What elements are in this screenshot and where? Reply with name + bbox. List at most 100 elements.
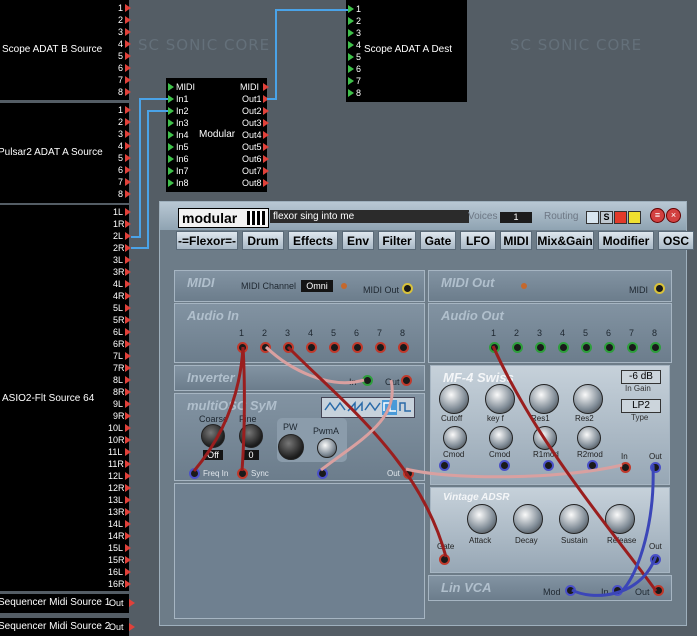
- filter-r2mod-jack[interactable]: [587, 460, 598, 471]
- port-arrow-icon[interactable]: [263, 83, 269, 91]
- filter-knob-2[interactable]: [529, 384, 559, 414]
- port-arrow-icon[interactable]: [263, 95, 269, 103]
- port-arrow-icon[interactable]: [263, 131, 269, 139]
- filter-mod-knob-0[interactable]: [443, 426, 467, 450]
- adsr-gate-jack[interactable]: [439, 554, 450, 565]
- color-red-button[interactable]: [614, 211, 627, 224]
- tab-gate[interactable]: Gate: [420, 231, 456, 250]
- node-scope-adat-b-source[interactable]: Scope ADAT B Source: [0, 0, 129, 100]
- port-arrow-icon[interactable]: [125, 508, 131, 516]
- voices-field[interactable]: 1: [500, 212, 532, 223]
- port-arrow-icon[interactable]: [168, 83, 174, 91]
- port-arrow-icon[interactable]: [168, 143, 174, 151]
- filter-mod-knob-1[interactable]: [489, 426, 513, 450]
- audio-in-jack-8[interactable]: [398, 342, 409, 353]
- audio-out-jack-7[interactable]: [627, 342, 638, 353]
- freq-in-jack[interactable]: [189, 468, 200, 479]
- port-arrow-icon[interactable]: [125, 520, 131, 528]
- port-arrow-icon[interactable]: [129, 623, 135, 631]
- port-arrow-icon[interactable]: [125, 484, 131, 492]
- port-arrow-icon[interactable]: [125, 340, 131, 348]
- adsr-out-jack[interactable]: [650, 554, 661, 565]
- pwm-jack[interactable]: [317, 468, 328, 479]
- port-arrow-icon[interactable]: [168, 155, 174, 163]
- port-arrow-icon[interactable]: [125, 154, 131, 162]
- port-arrow-icon[interactable]: [263, 119, 269, 127]
- port-arrow-icon[interactable]: [168, 131, 174, 139]
- port-arrow-icon[interactable]: [348, 89, 354, 97]
- fine-knob[interactable]: [239, 424, 263, 448]
- audio-in-jack-1[interactable]: [237, 342, 248, 353]
- multiosc-module[interactable]: multiOSC SyM Coarse Fine Off 0 PW PwmA F…: [174, 393, 425, 481]
- audio-in-module[interactable]: Audio In 1 2 3 4 5 6 7 8: [174, 303, 425, 363]
- port-arrow-icon[interactable]: [348, 29, 354, 37]
- filter-in-jack[interactable]: [620, 462, 631, 473]
- port-arrow-icon[interactable]: [348, 77, 354, 85]
- port-arrow-icon[interactable]: [125, 118, 131, 126]
- audio-in-jack-4[interactable]: [306, 342, 317, 353]
- lin-vca-module[interactable]: Lin VCA Mod In Out: [428, 575, 672, 601]
- adsr-knob-release[interactable]: [605, 504, 635, 534]
- menu-icon[interactable]: ≡: [650, 208, 665, 223]
- port-arrow-icon[interactable]: [125, 424, 131, 432]
- inverter-out-jack[interactable]: [401, 375, 412, 386]
- port-arrow-icon[interactable]: [125, 28, 131, 36]
- node-seq-midi-source-2[interactable]: Sequencer Midi Source 2 Out: [0, 618, 129, 636]
- port-arrow-icon[interactable]: [125, 232, 131, 240]
- port-arrow-icon[interactable]: [348, 17, 354, 25]
- port-arrow-icon[interactable]: [263, 179, 269, 187]
- in-gain-value[interactable]: -6 dB: [621, 370, 661, 384]
- port-arrow-icon[interactable]: [125, 76, 131, 84]
- color-yellow-button[interactable]: [628, 211, 641, 224]
- audio-in-jack-5[interactable]: [329, 342, 340, 353]
- window-titlebar[interactable]: modular flexor sing into me Voices 1 Rou…: [160, 202, 686, 230]
- mf4-swiss-filter-module[interactable]: MF-4 Swiss -6 dB In Gain LP2 Type Cutoff…: [430, 365, 670, 485]
- port-arrow-icon[interactable]: [125, 412, 131, 420]
- filter-cmod-jack-1[interactable]: [439, 460, 450, 471]
- filter-r1mod-jack[interactable]: [543, 460, 554, 471]
- tab-effects[interactable]: Effects: [288, 231, 338, 250]
- adsr-knob-decay[interactable]: [513, 504, 543, 534]
- port-arrow-icon[interactable]: [125, 166, 131, 174]
- port-arrow-icon[interactable]: [263, 107, 269, 115]
- port-arrow-icon[interactable]: [125, 448, 131, 456]
- audio-in-jack-2[interactable]: [260, 342, 271, 353]
- tab-midi[interactable]: MIDI: [500, 231, 532, 250]
- audio-out-jack-2[interactable]: [512, 342, 523, 353]
- vca-in-jack[interactable]: [612, 585, 623, 596]
- port-arrow-icon[interactable]: [125, 580, 131, 588]
- port-arrow-icon[interactable]: [168, 107, 174, 115]
- port-arrow-icon[interactable]: [125, 388, 131, 396]
- routing-s-button[interactable]: S: [600, 211, 613, 224]
- sync-jack[interactable]: [237, 468, 248, 479]
- tab-modifier[interactable]: Modifier: [598, 231, 654, 250]
- port-arrow-icon[interactable]: [263, 155, 269, 163]
- port-arrow-icon[interactable]: [125, 364, 131, 372]
- audio-in-jack-3[interactable]: [283, 342, 294, 353]
- port-arrow-icon[interactable]: [125, 556, 131, 564]
- port-arrow-icon[interactable]: [125, 52, 131, 60]
- tab-mix-gain[interactable]: Mix&Gain: [536, 231, 594, 250]
- port-arrow-icon[interactable]: [125, 304, 131, 312]
- node-seq-midi-source-1[interactable]: Sequencer Midi Source 1 Out: [0, 594, 129, 613]
- tab-env[interactable]: Env: [342, 231, 374, 250]
- port-arrow-icon[interactable]: [125, 316, 131, 324]
- filter-mod-knob-3[interactable]: [577, 426, 601, 450]
- port-arrow-icon[interactable]: [125, 4, 131, 12]
- vintage-adsr-module[interactable]: Vintage ADSR Attack Decay Sustain Release G…: [430, 487, 670, 573]
- port-arrow-icon[interactable]: [168, 179, 174, 187]
- inverter-in-jack[interactable]: [362, 375, 373, 386]
- tab-osc[interactable]: OSC: [658, 231, 694, 250]
- vca-mod-jack[interactable]: [565, 585, 576, 596]
- filter-type-value[interactable]: LP2: [621, 399, 661, 413]
- port-arrow-icon[interactable]: [125, 568, 131, 576]
- filter-mod-knob-2[interactable]: [533, 426, 557, 450]
- node-pulsar-adat-a-source[interactable]: Pulsar2 ADAT A Source: [0, 103, 129, 203]
- tab-filter[interactable]: Filter: [378, 231, 416, 250]
- filter-out-jack[interactable]: [650, 462, 661, 473]
- preset-name-field[interactable]: flexor sing into me: [270, 210, 469, 223]
- close-icon[interactable]: ×: [666, 208, 681, 223]
- port-arrow-icon[interactable]: [125, 130, 131, 138]
- inverter-module[interactable]: Inverter In Out: [174, 365, 425, 391]
- audio-in-jack-6[interactable]: [352, 342, 363, 353]
